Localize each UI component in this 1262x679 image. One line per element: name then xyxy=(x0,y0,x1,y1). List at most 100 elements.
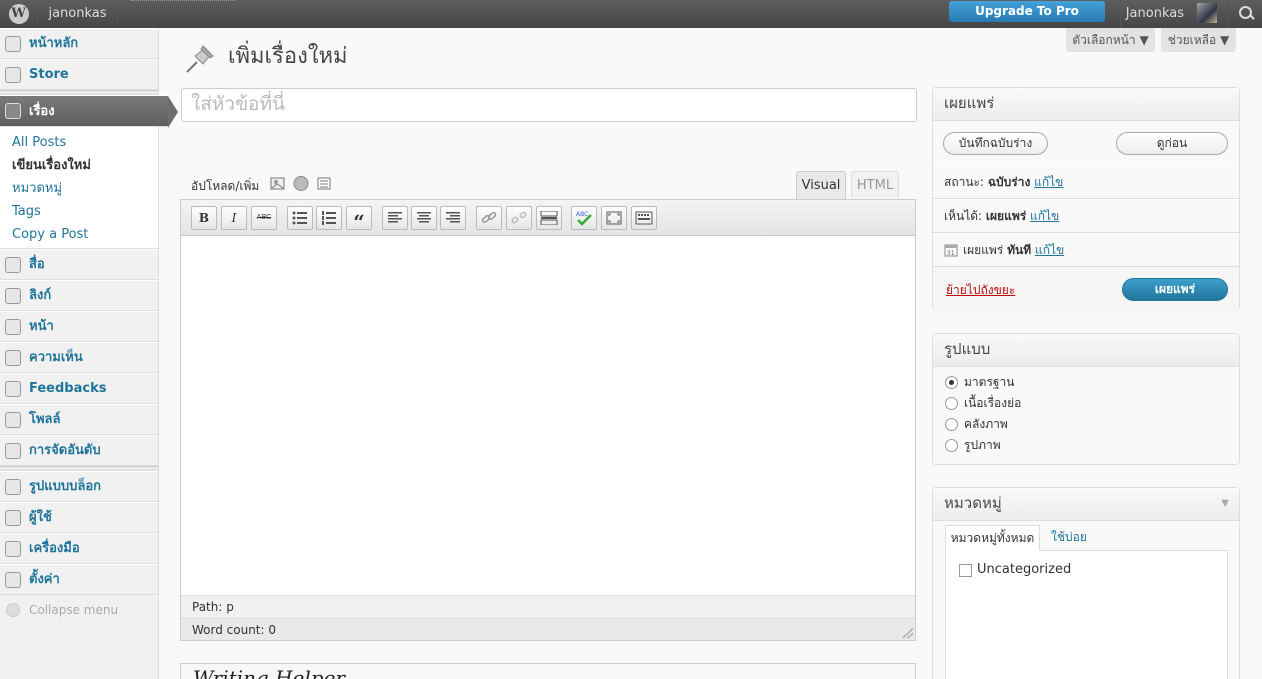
bullet-list-icon xyxy=(292,211,307,225)
admin-sidebar: หน้าหลัก Store เรื่อง All Posts เขียนเรื… xyxy=(0,28,178,679)
category-checkbox-uncategorized[interactable]: Uncategorized xyxy=(959,561,1071,579)
pushpin-icon xyxy=(186,45,214,73)
publish-box: เผยแพร่ บันทึกฉบับร่าง ดูก่อน สถานะ: ฉบั… xyxy=(932,87,1240,312)
spellcheck-button[interactable]: ABC xyxy=(571,206,597,230)
format-box-title: รูปแบบ xyxy=(933,334,1239,367)
unlink-icon xyxy=(511,211,527,224)
tab-most-used[interactable]: ใช้บ่อย xyxy=(1051,525,1111,551)
insert-link-button[interactable] xyxy=(476,206,502,230)
numbered-list-button[interactable] xyxy=(316,206,342,230)
tab-all-categories[interactable]: หมวดหมู่ทั้งหมด xyxy=(945,525,1040,551)
align-left-button[interactable] xyxy=(382,206,408,230)
fullscreen-icon xyxy=(606,211,622,225)
post-editor: B I ABC “ ABC Path: p Word count: 0 xyxy=(180,199,916,641)
preview-button[interactable]: ดูก่อน xyxy=(1116,132,1228,155)
sidebar-item-appearance[interactable]: รูปแบบบล็อก xyxy=(0,471,158,502)
submenu-tags[interactable]: Tags xyxy=(12,200,158,223)
admin-bar: W janonkas Upgrade To Pro Janonkas xyxy=(0,0,1262,28)
move-to-trash-link[interactable]: ย้ายไปถังขยะ xyxy=(946,281,1015,300)
visibility-label: เห็นได้: xyxy=(944,209,983,223)
tools-icon xyxy=(5,541,21,557)
calendar-icon: 31 xyxy=(944,244,958,257)
sidebar-item-settings[interactable]: ตั้งค่า xyxy=(0,564,158,595)
sidebar-item-label: Store xyxy=(29,67,69,82)
sidebar-item-pages[interactable]: หน้า xyxy=(0,311,158,342)
triangle-down-icon: ▼ xyxy=(1220,33,1230,47)
collapse-arrow-icon xyxy=(6,603,20,617)
sidebar-item-media[interactable]: สื่อ xyxy=(0,249,158,280)
submenu-categories[interactable]: หมวดหมู่ xyxy=(12,177,158,200)
word-count-bar: Word count: 0 xyxy=(181,618,915,640)
format-radio-standard[interactable]: มาตรฐาน xyxy=(933,372,1239,393)
screen-options-tab[interactable]: ตัวเลือกหน้า ▼ xyxy=(1066,28,1155,52)
avatar[interactable] xyxy=(1197,3,1217,23)
format-radio-image[interactable]: รูปภาพ xyxy=(933,435,1239,456)
sidebar-item-polls[interactable]: โพลล์ xyxy=(0,404,158,435)
strikethrough-button[interactable]: ABC xyxy=(251,206,277,230)
submenu-add-new[interactable]: เขียนเรื่องใหม่ xyxy=(12,154,158,177)
post-title-input[interactable]: ใส่หัวข้อที่นี่ xyxy=(181,88,917,122)
edit-visibility-link[interactable]: แก้ไข xyxy=(1030,209,1059,223)
sidebar-item-ratings[interactable]: การจัดอันดับ xyxy=(0,435,158,466)
collapse-menu-button[interactable]: Collapse menu xyxy=(0,595,158,625)
insert-more-button[interactable] xyxy=(536,206,562,230)
resize-handle[interactable] xyxy=(903,628,913,638)
comments-icon xyxy=(5,350,21,366)
tab-visual[interactable]: Visual xyxy=(796,171,846,199)
bullet-list-button[interactable] xyxy=(287,206,313,230)
blockquote-button[interactable]: “ xyxy=(346,206,372,234)
remove-link-button[interactable] xyxy=(506,206,532,230)
sidebar-item-links[interactable]: ลิงก์ xyxy=(0,280,158,311)
sidebar-item-label: Feedbacks xyxy=(29,381,107,396)
help-label: ช่วยเหลือ xyxy=(1167,33,1217,47)
publish-footer: ย้ายไปถังขยะ เผยแพร่ xyxy=(933,267,1239,312)
wordpress-logo-icon[interactable]: W xyxy=(0,0,38,28)
site-name-link[interactable]: janonkas xyxy=(38,0,118,28)
path-value[interactable]: p xyxy=(226,600,234,614)
dotted-divider xyxy=(131,0,235,28)
sidebar-item-dashboard[interactable]: หน้าหลัก xyxy=(0,28,158,59)
sidebar-item-label: รูปแบบบล็อก xyxy=(29,479,102,494)
cart-icon xyxy=(5,67,21,83)
sidebar-item-label: ตั้งค่า xyxy=(29,572,60,587)
sidebar-item-label: โพลล์ xyxy=(29,412,61,427)
save-draft-button[interactable]: บันทึกฉบับร่าง xyxy=(943,132,1048,155)
sidebar-item-label: เครื่องมือ xyxy=(29,541,80,556)
upgrade-to-pro-button[interactable]: Upgrade To Pro xyxy=(949,1,1105,22)
add-poll-icon[interactable] xyxy=(316,176,332,191)
add-image-icon[interactable] xyxy=(270,176,286,191)
format-radio-aside[interactable]: เนื้อเรื่องย่อ xyxy=(933,393,1239,414)
bold-button[interactable]: B xyxy=(191,206,217,230)
publish-button[interactable]: เผยแพร่ xyxy=(1122,278,1228,301)
sidebar-item-store[interactable]: Store xyxy=(0,59,158,90)
fullscreen-button[interactable] xyxy=(601,206,627,230)
sidebar-item-feedbacks[interactable]: Feedbacks xyxy=(0,373,158,404)
format-radio-gallery[interactable]: คลังภาพ xyxy=(933,414,1239,435)
submenu-all-posts[interactable]: All Posts xyxy=(12,131,158,154)
sidebar-item-posts[interactable]: เรื่อง xyxy=(0,95,178,128)
collapse-menu-label: Collapse menu xyxy=(29,603,119,617)
add-media-icon[interactable] xyxy=(293,176,309,191)
tab-html[interactable]: HTML xyxy=(851,171,899,198)
help-tab[interactable]: ช่วยเหลือ ▼ xyxy=(1161,28,1236,52)
kitchen-sink-button[interactable] xyxy=(631,206,657,230)
categories-box-title: หมวดหมู่ ▼ xyxy=(933,488,1239,521)
italic-button[interactable]: I xyxy=(221,206,247,230)
sidebar-item-users[interactable]: ผู้ใช้ xyxy=(0,502,158,533)
sidebar-item-tools[interactable]: เครื่องมือ xyxy=(0,533,158,564)
sidebar-item-label: หน้า xyxy=(29,319,54,334)
toggle-arrow-icon[interactable]: ▼ xyxy=(1221,488,1229,519)
edit-schedule-link[interactable]: แก้ไข xyxy=(1035,243,1064,257)
editor-content-area[interactable] xyxy=(181,236,915,595)
sidebar-item-label: ลิงก์ xyxy=(29,288,52,303)
format-options: มาตรฐาน เนื้อเรื่องย่อ คลังภาพ รูปภาพ xyxy=(933,367,1239,456)
format-box: รูปแบบ มาตรฐาน เนื้อเรื่องย่อ คลังภาพ รู… xyxy=(932,333,1240,465)
submenu-copy-a-post[interactable]: Copy a Post xyxy=(12,223,158,246)
search-icon[interactable] xyxy=(1228,0,1262,28)
align-right-button[interactable] xyxy=(440,206,466,230)
upload-insert-label: อัปโหลด/เพิ่ม xyxy=(191,179,260,193)
sidebar-item-comments[interactable]: ความเห็น xyxy=(0,342,158,373)
align-center-button[interactable] xyxy=(411,206,437,230)
edit-status-link[interactable]: แก้ไข xyxy=(1034,175,1063,189)
publish-box-title: เผยแพร่ xyxy=(933,88,1239,121)
